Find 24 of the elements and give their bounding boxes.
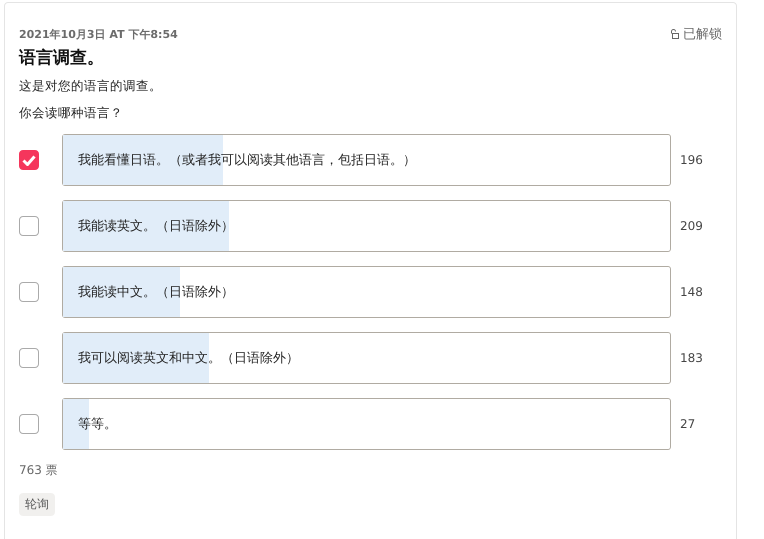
checkbox[interactable] <box>19 282 39 302</box>
poll-question: 你会读哪种语言？ <box>19 105 124 122</box>
tag[interactable]: 轮询 <box>19 493 55 516</box>
vote-total: 763 票 <box>19 462 59 479</box>
poll-option[interactable]: 我能看懂日语。（或者我可以阅读其他语言，包括日语。） <box>62 134 671 186</box>
check-icon <box>22 154 36 166</box>
post-date: 2021年10月3日 AT 下午8:54 <box>19 26 178 42</box>
unlock-icon <box>670 29 679 39</box>
post-title: 语言调查。 <box>19 47 105 69</box>
poll-option[interactable]: 我能读英文。（日语除外） <box>62 200 671 252</box>
checkbox[interactable] <box>19 414 39 434</box>
vote-count: 183 <box>680 351 703 365</box>
checkbox[interactable] <box>19 216 39 236</box>
poll-option[interactable]: 我能读中文。（日语除外） <box>62 266 671 318</box>
poll-option[interactable]: 等等。 <box>62 398 671 450</box>
vote-count: 196 <box>680 153 703 167</box>
lock-status: 已解锁 <box>683 26 722 43</box>
poll-option[interactable]: 我可以阅读英文和中文。（日语除外） <box>62 332 671 384</box>
checkbox[interactable] <box>19 348 39 368</box>
post-description: 这是对您的语言的调查。 <box>19 78 163 95</box>
vote-count: 209 <box>680 219 703 233</box>
checkbox[interactable] <box>19 150 39 170</box>
vote-count: 148 <box>680 285 703 299</box>
vote-count: 27 <box>680 417 696 431</box>
